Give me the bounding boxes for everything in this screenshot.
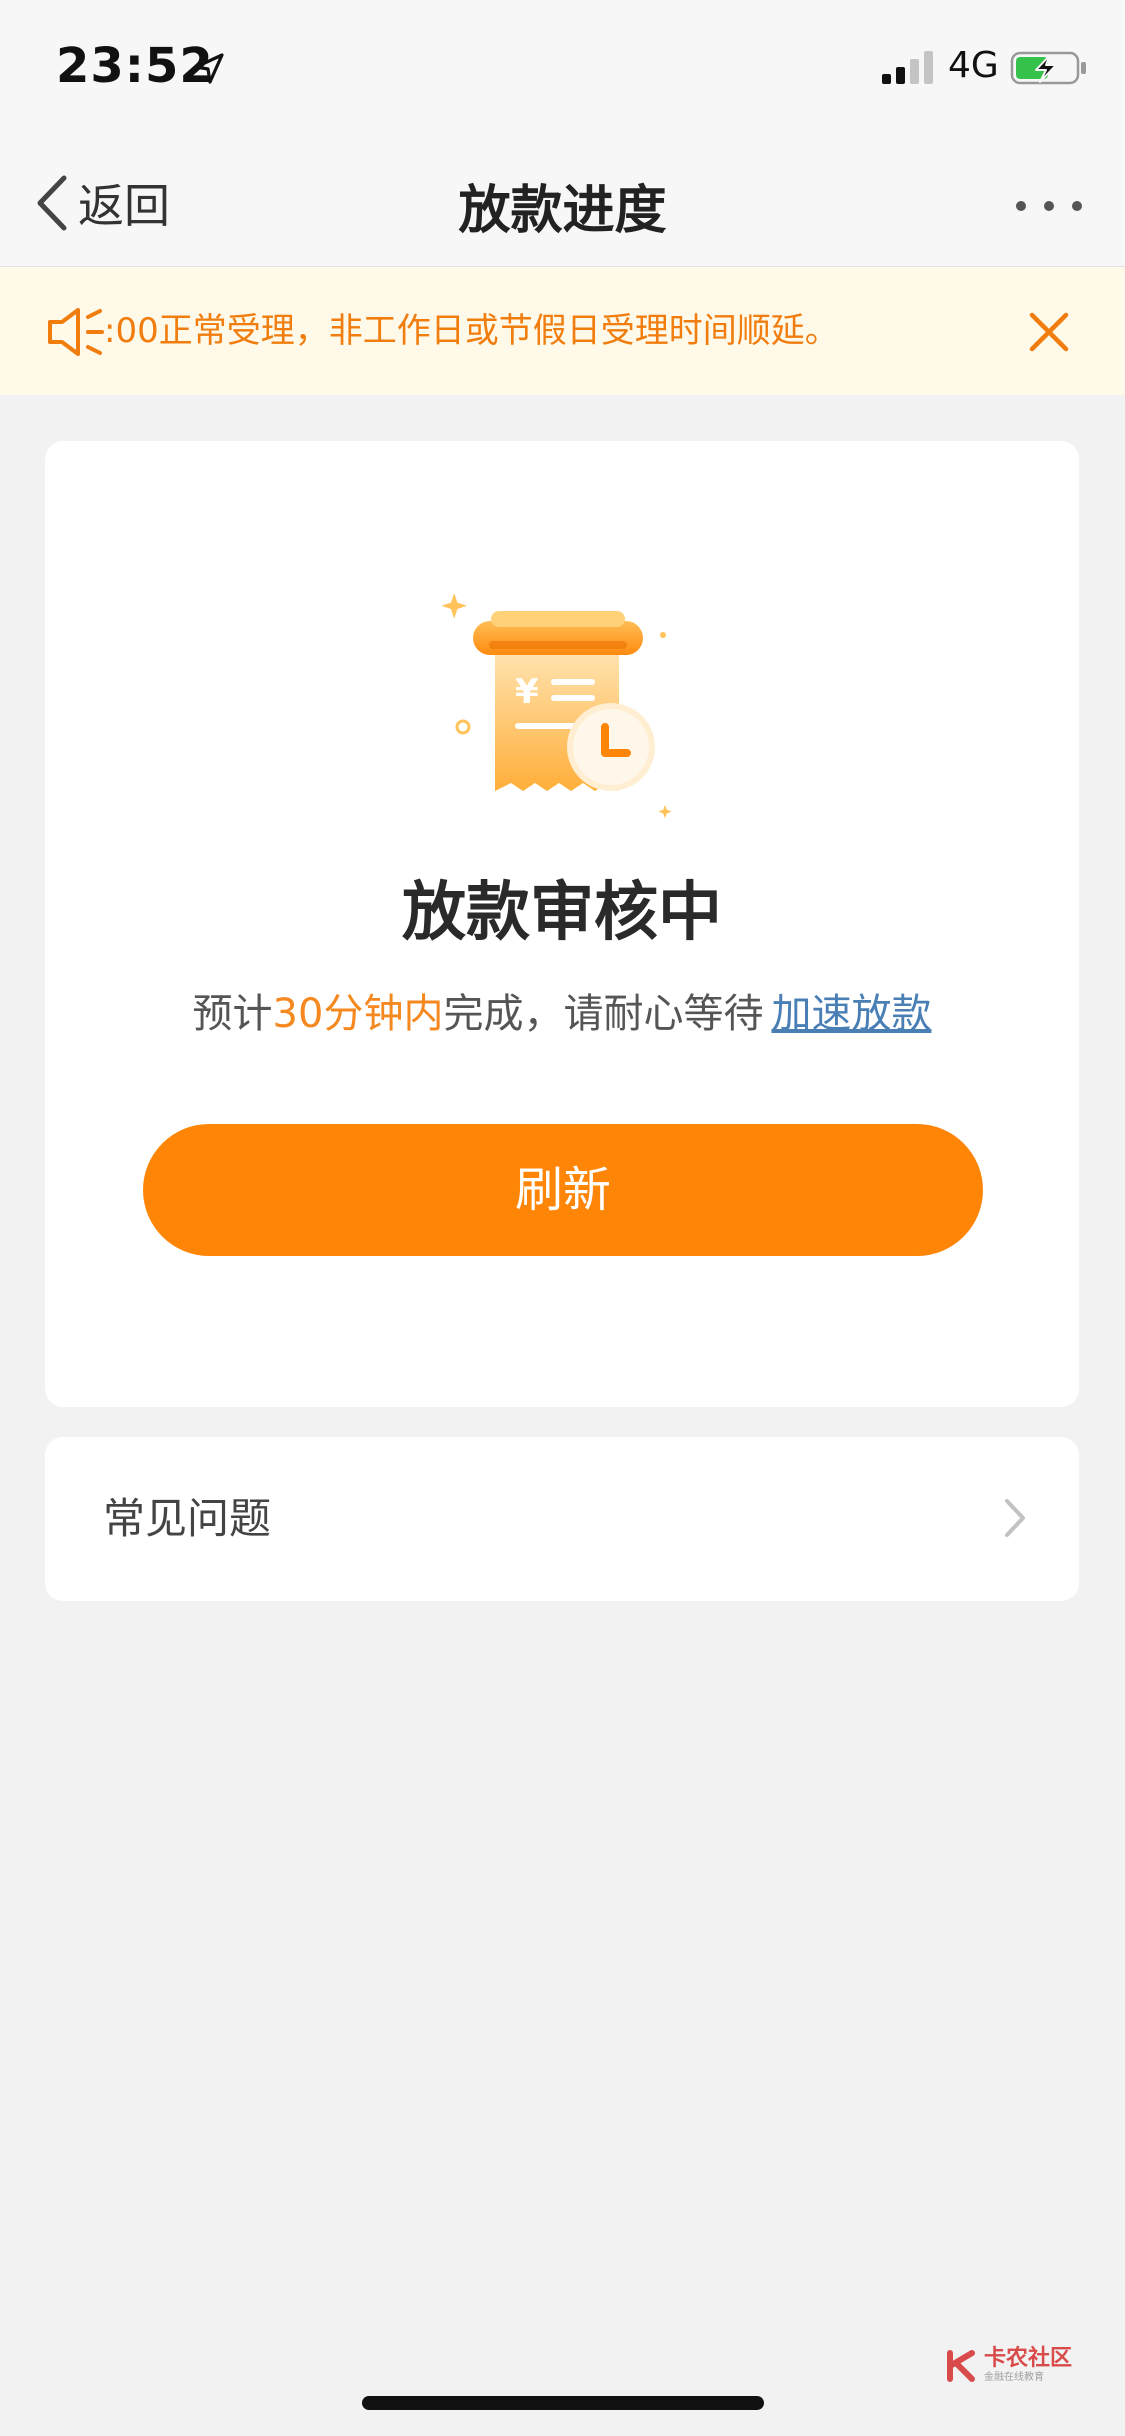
desc-suffix: 完成，请耐心等待 [443, 991, 764, 1037]
close-icon[interactable] [1028, 311, 1070, 353]
chevron-right-icon [1005, 1499, 1025, 1537]
speed-up-link[interactable]: 加速放款 [771, 991, 931, 1037]
page-title: 放款进度 [458, 181, 667, 241]
nav-bar: 返回 放款进度 [0, 140, 1125, 267]
more-dots-icon[interactable] [1013, 196, 1085, 216]
status-card: ¥ 放款审核中 预计30分钟内完成，请耐心等待 加速放款 刷新 [45, 441, 1079, 1407]
status-bar: 23:52 4G [0, 0, 1125, 140]
status-time: 23:52 [56, 38, 214, 94]
watermark-logo-icon [947, 2349, 975, 2382]
battery-charging-icon [1010, 51, 1086, 85]
screen: 23:52 4G 返回 放款进度:00正常受理，非工作日或节假日受理时间顺延。… [0, 0, 1125, 2436]
notice-bar: :00正常受理，非工作日或节假日受理时间顺延。 [0, 267, 1125, 395]
status-title: 放款审核中 [402, 876, 722, 950]
signal-icon [882, 51, 933, 84]
watermark-main: 卡农社区 [984, 2346, 1073, 2371]
speaker-icon [48, 308, 104, 356]
network-type: 4G [948, 45, 999, 86]
watermark: 卡农社区 金融在线教育 [944, 2348, 1072, 2383]
location-arrow-icon [194, 53, 224, 84]
desc-prefix: 预计 [192, 991, 273, 1037]
svg-text:¥: ¥ [515, 672, 539, 712]
faq-row[interactable]: 常见问题 [45, 1437, 1079, 1601]
notice-text: :00正常受理，非工作日或节假日受理时间顺延。 [104, 311, 839, 351]
receipt-clock-icon: ¥ [441, 593, 672, 819]
watermark-sub: 金融在线教育 [984, 2372, 1044, 2383]
home-indicator[interactable] [362, 2396, 764, 2410]
watermark-text: 卡农社区 金融在线教育 [984, 2348, 1072, 2383]
status-description: 预计30分钟内完成，请耐心等待 加速放款 [45, 981, 1079, 1039]
desc-highlight: 30分钟内 [272, 991, 444, 1037]
faq-label: 常见问题 [103, 1494, 272, 1543]
refresh-button[interactable]: 刷新 [143, 1124, 983, 1256]
